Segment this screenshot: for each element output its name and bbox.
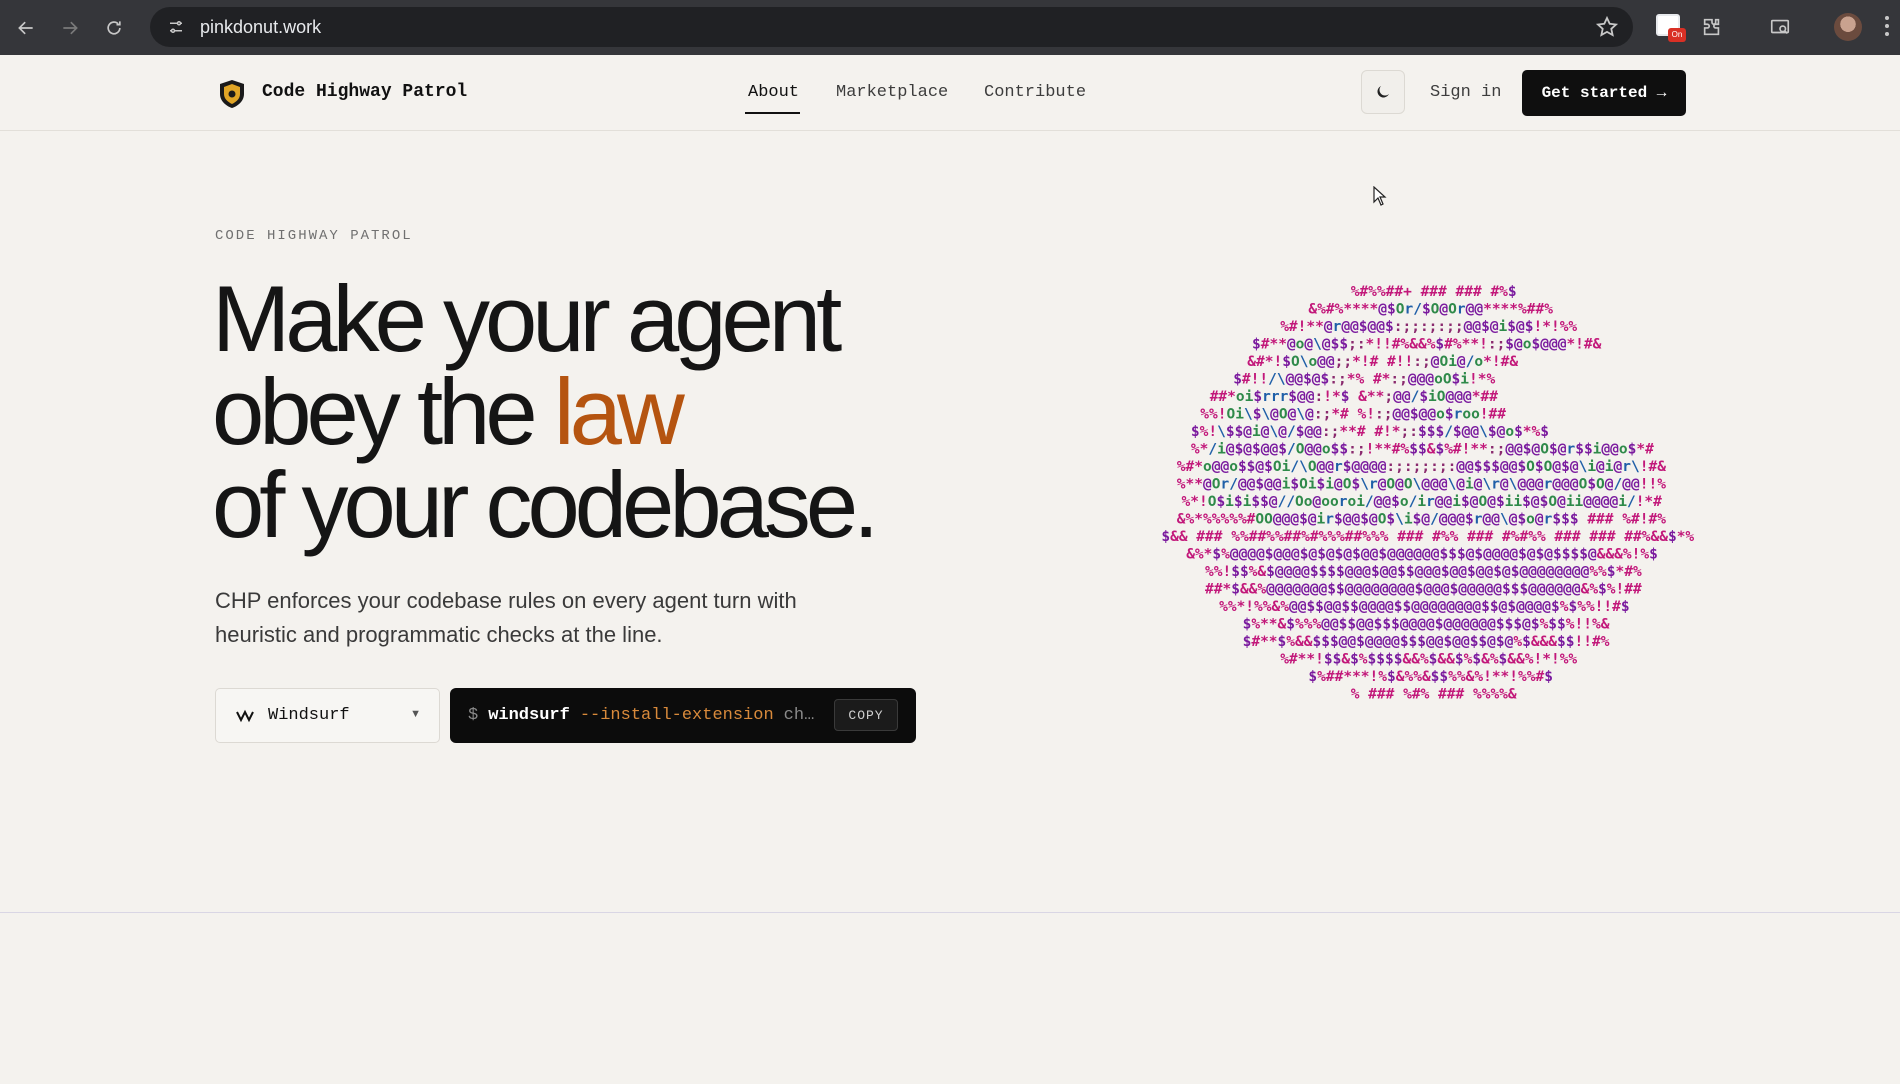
ascii-art-line: %#**!$$&$%$$$$&&%$&&$%$&%$&&%!*!%% (1280, 652, 1577, 668)
ascii-art-line: % ### %#% ### %%%%& (1351, 687, 1517, 703)
ascii-art-line: &#*!$O\o@@;;*!# #!!:;@Oi@/o*!#& (1247, 354, 1518, 370)
browser-toolbar: pinkdonut.work On (0, 0, 1900, 55)
ascii-art-line: $%!\$$@i@\@/$@@:;**# #!*;:$$$/$@@\$@o$*%… (1191, 424, 1549, 440)
recording-badge: On (1668, 28, 1686, 42)
ascii-art-line: ##*oi$rrr$@@:!*$ &**;@@/$iO@@@*## (1210, 389, 1499, 405)
windsurf-logo-icon (236, 709, 254, 722)
reload-icon[interactable] (96, 10, 132, 46)
moon-icon (1377, 86, 1389, 98)
cmd-flag: --install-extension (579, 706, 774, 725)
hero-eyebrow: CODE HIGHWAY PATROL (215, 228, 413, 244)
site-info-icon[interactable] (164, 15, 188, 39)
ascii-art-line: %*/i@$@$@@$/O@@o$$:;!**#%$$&$%#!**:;@@$@… (1191, 442, 1654, 458)
ascii-art-line: $#**@o@\@$$;:*!!#%&&%$#%**!:;$@o$@@@*!#& (1252, 337, 1602, 353)
forward-icon[interactable] (52, 10, 88, 46)
headline-line-1: Make your agent (212, 266, 842, 371)
shield-logo-icon[interactable] (218, 79, 246, 109)
mouse-cursor-icon (1373, 186, 1387, 206)
get-started-button[interactable]: Get started → (1522, 70, 1686, 116)
nav-marketplace[interactable]: Marketplace (836, 83, 948, 102)
cmd-prompt: $ (468, 706, 479, 725)
ascii-art-line: %%!$$%&$@@@@$$$$@@@$@@$$@@@$@@$@@$@$@@@@… (1205, 564, 1642, 580)
ascii-art-line: $#**$%&&$$$@@$@@@@$$$@@$@@$$@$@%$&&&$$!!… (1243, 634, 1610, 650)
install-command: $ windsurf --install-extension ch… COPY (450, 688, 916, 743)
theme-toggle-button[interactable] (1361, 70, 1405, 114)
ascii-art-line: $%##***!%$&%%&$$%%&%!**!%%#$ (1308, 669, 1553, 685)
cmd-argument: ch… (783, 706, 815, 725)
ascii-art-line: $%**&$%%%@@$$@@$$$@@@@$@@@@@@$$$@$%$$%!!… (1243, 617, 1610, 633)
headline-line-2: obey the (212, 359, 554, 464)
url-text[interactable]: pinkdonut.work (200, 17, 321, 38)
ascii-art-line: ##*$&&%@@@@@@@$$@@@@@@@@$@@@$@@@@@$$$@@@… (1205, 582, 1642, 598)
headline-line-3: of your codebase. (212, 452, 879, 557)
ascii-art-line: $#!!/\@@$@$:;*% #*:;@@@oO$i!*% (1233, 372, 1495, 388)
ascii-art-line: %**@Or/@@$@@i$Oi$i@O$\r@O@O\@@@\@i@\r@\@… (1177, 477, 1666, 493)
ascii-art-line: %%!Oi\$\@O@\@:;*# %!:;@@$@@o$roo!## (1200, 407, 1506, 423)
headline-accent: law (553, 359, 685, 464)
menu-icon[interactable] (1885, 16, 1891, 38)
hero-headline: Make your agent obey the law of your cod… (212, 272, 879, 552)
section-divider (0, 912, 1900, 913)
brand-name[interactable]: Code Highway Patrol (262, 82, 467, 102)
star-icon[interactable] (1595, 15, 1619, 39)
back-icon[interactable] (8, 10, 44, 46)
ascii-donut-art: %#%%##+ ### ### #%$ &%#%****@$Or/$O@Or@@*… (1160, 284, 1694, 703)
cmd-binary: windsurf (488, 706, 570, 725)
ascii-art-line: &%*%%%%%#OO@@@$@ir$@@$@O$\i$@/@@@$r@@\@$… (1177, 512, 1666, 528)
ascii-art-line: %#%%##+ ### ### #%$ (1351, 284, 1517, 300)
sign-in-link[interactable]: Sign in (1430, 83, 1501, 102)
ascii-art-line: #!$&& ### %%##%%##%#%%%##%%% ### #%% ###… (1160, 529, 1694, 545)
nav-contribute[interactable]: Contribute (984, 83, 1086, 102)
nav-about[interactable]: About (748, 83, 799, 102)
ascii-art-line: %#!**@r@@$@@$:;;:;:;;@@$@i$@$!*!%% (1280, 319, 1577, 335)
ascii-art-line: &%#%****@$Or/$O@Or@@****%##% (1308, 302, 1553, 318)
editor-select[interactable]: Windsurf ▼ (215, 688, 440, 743)
hero-subtitle: CHP enforces your codebase rules on ever… (215, 588, 797, 647)
ascii-art-line: %#*o@@o$$@$Oi/\O@@r$@@@@:;:;;:;:@@$$$@@$… (1177, 459, 1666, 475)
copy-button[interactable]: COPY (834, 699, 898, 731)
nav-active-indicator (745, 112, 800, 114)
site-header: Code Highway Patrol About Marketplace Co… (0, 55, 1900, 131)
ascii-art-line: %%*!%%&%@@$$@@$$@@@@$$@@@@@@@@$$@$@@@@$%… (1219, 599, 1630, 615)
extension-icon[interactable]: On (1656, 14, 1686, 42)
profile-avatar[interactable] (1834, 13, 1862, 41)
chevron-down-icon: ▼ (410, 708, 421, 720)
editor-select-value: Windsurf (268, 706, 350, 725)
ascii-art-line: %*!O$i$i$$@//Oo@ooroi/@@$o/ir@@i$@O@$ii$… (1182, 494, 1663, 510)
cast-icon[interactable] (1765, 12, 1795, 42)
address-bar[interactable]: pinkdonut.work (150, 7, 1633, 47)
ascii-art-line: &%*$%@@@@$@@@$@$@$@$@@$@@@@@@$$$@$@@@@$@… (1186, 547, 1658, 563)
puzzle-icon[interactable] (1697, 12, 1727, 42)
